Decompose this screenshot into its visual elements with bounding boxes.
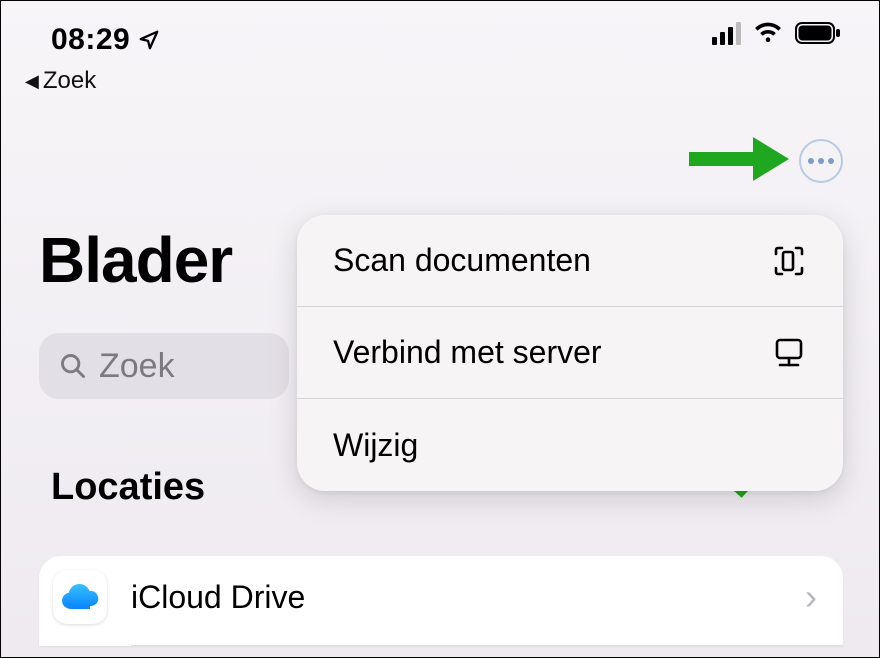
more-options-button[interactable]: [799, 139, 843, 183]
annotation-arrow-icon: [689, 129, 789, 189]
list-separator: [131, 645, 843, 646]
page-title: Blader: [39, 223, 232, 297]
menu-item-scan-documents[interactable]: Scan documenten: [297, 215, 843, 307]
chevron-right-icon: ›: [805, 576, 817, 618]
list-item-icloud[interactable]: iCloud Drive ›: [39, 556, 843, 638]
scan-document-icon: [771, 243, 807, 279]
ellipsis-icon: [806, 158, 836, 164]
battery-icon: [795, 21, 841, 45]
menu-item-edit[interactable]: Wijzig: [297, 399, 843, 491]
breadcrumb-back[interactable]: ◀ Zoek: [25, 67, 96, 95]
clock-time: 08:29: [51, 23, 130, 57]
status-bar: 08:29: [1, 1, 879, 61]
locations-list: iCloud Drive ›: [39, 556, 843, 646]
location-arrow-icon: [138, 29, 160, 51]
menu-item-label: Verbind met server: [333, 334, 602, 371]
cellular-signal-icon: [712, 22, 741, 45]
context-menu: Scan documenten Verbind met server Wijzi…: [297, 215, 843, 491]
menu-item-label: Scan documenten: [333, 242, 591, 279]
locations-header[interactable]: Locaties: [51, 466, 205, 509]
wifi-icon: [753, 21, 783, 45]
status-time: 08:29: [51, 23, 160, 57]
menu-item-label: Wijzig: [333, 427, 418, 464]
list-item-label: iCloud Drive: [131, 579, 805, 616]
menu-item-connect-server[interactable]: Verbind met server: [297, 307, 843, 399]
search-placeholder: Zoek: [99, 347, 175, 386]
server-icon: [771, 335, 807, 371]
blank-icon: [771, 427, 807, 463]
icloud-icon: [53, 570, 107, 624]
search-icon: [59, 352, 87, 380]
breadcrumb-label: Zoek: [43, 67, 96, 95]
search-input[interactable]: Zoek: [39, 333, 289, 399]
status-right: [712, 21, 841, 45]
back-triangle-icon: ◀: [25, 71, 39, 92]
